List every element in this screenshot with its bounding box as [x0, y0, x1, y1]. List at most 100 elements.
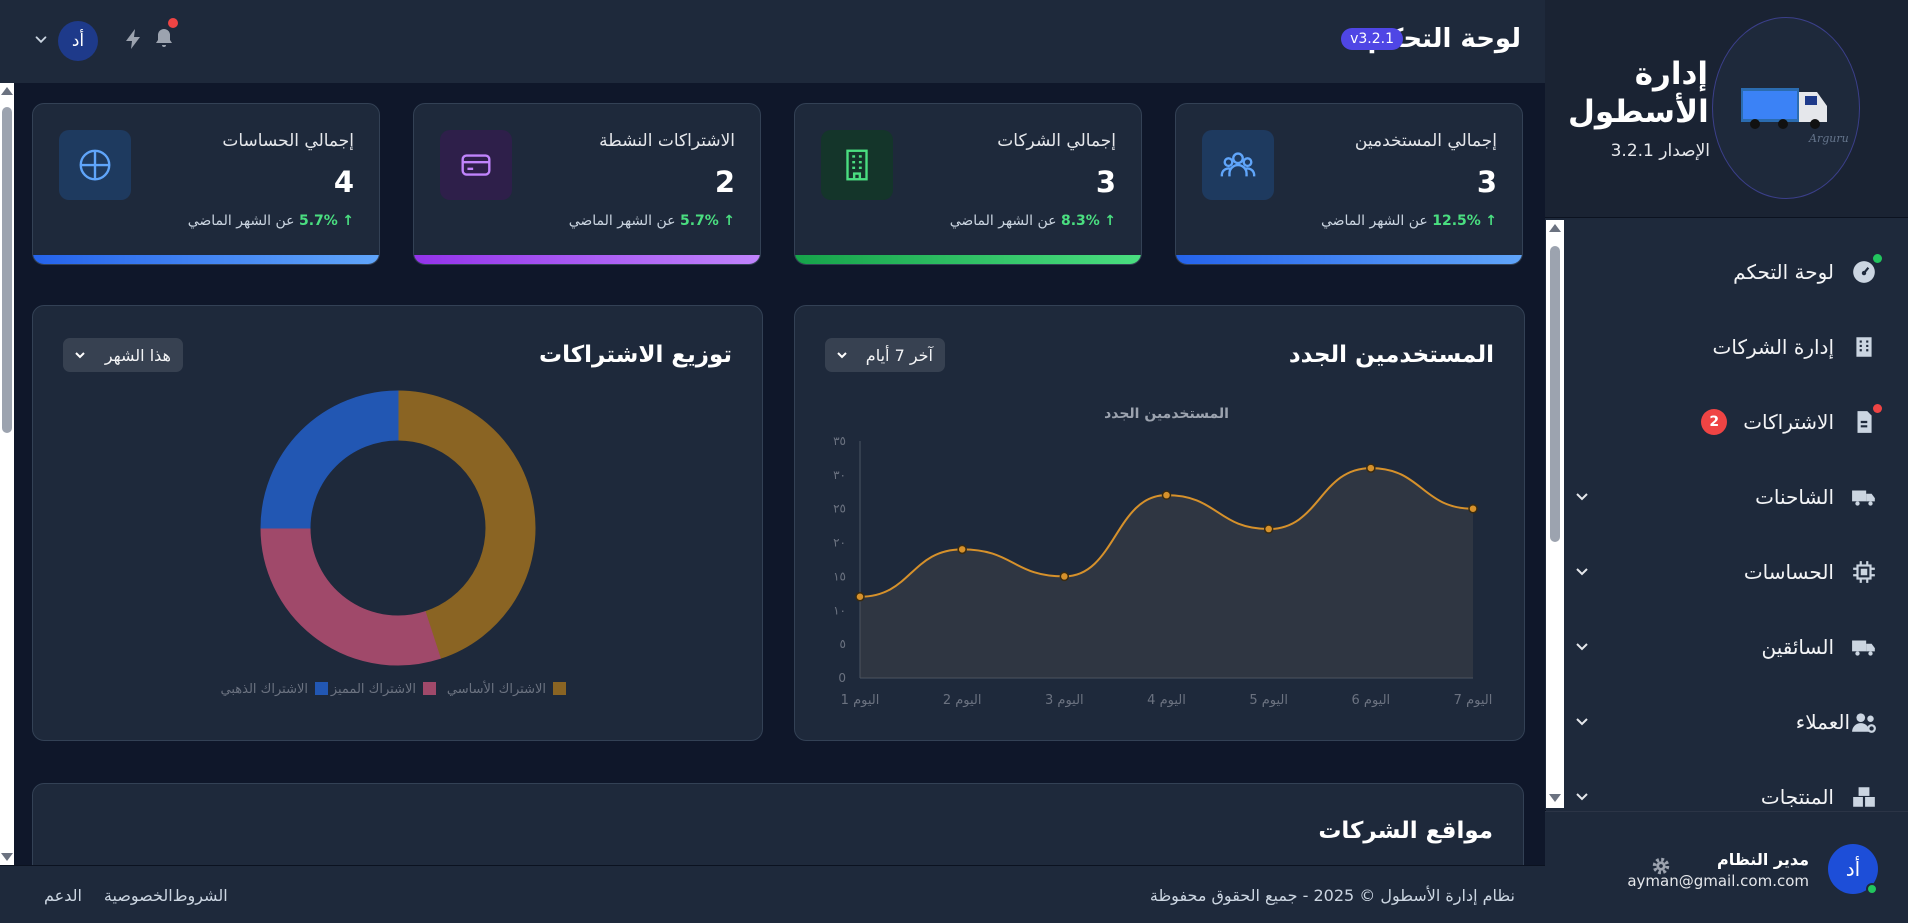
trend-text: عن الشهر الماضي	[949, 213, 1057, 229]
logo: Arguru	[1712, 17, 1860, 199]
scroll-thumb[interactable]	[1550, 246, 1560, 542]
status-dot	[1873, 254, 1882, 263]
sidebar: Arguru إدارة الأسطول الإصدار 3.2.1 لوحة …	[1545, 0, 1908, 923]
chevron-down-icon	[1576, 568, 1588, 576]
main-scrollbar[interactable]	[0, 83, 14, 865]
stat-label: إجمالي المستخدمين	[1354, 131, 1497, 151]
stat-accent-bar	[1176, 255, 1522, 264]
user-avatar-button[interactable]: أد	[58, 21, 98, 61]
main-content: إجمالي المستخدمين 3 ↑ 12.5% عن الشهر الم…	[0, 83, 1545, 865]
sidebar-item-drivers[interactable]: السائقين	[1576, 627, 1878, 667]
sidebar-item-label: العملاء	[1795, 710, 1850, 734]
avatar[interactable]: أد	[1828, 844, 1878, 895]
y-tick-label: ٢٥	[833, 502, 846, 516]
legend-swatch	[315, 682, 328, 695]
legend-label: الاشتراك المميز	[330, 682, 416, 697]
subscriptions-count-badge: 2	[1701, 409, 1728, 435]
brand-title: إدارة الأسطول	[1568, 56, 1709, 130]
chevron-down-icon	[1576, 643, 1588, 651]
scroll-down-arrow[interactable]	[1549, 794, 1561, 802]
sidebar-item-customers[interactable]: العملاء	[1576, 702, 1878, 742]
sidebar-header: Arguru إدارة الأسطول الإصدار 3.2.1	[1545, 0, 1908, 218]
scroll-up-arrow[interactable]	[1549, 224, 1561, 232]
copyright-text: نظام إدارة الأسطول © 2025 - جميع الحقوق …	[1149, 886, 1515, 905]
stat-card-companies: إجمالي الشركات 3 ↑ 8.3% عن الشهر الماضي	[794, 103, 1142, 265]
stat-card-active-subscriptions: الاشتراكات النشطة 2 ↑ 5.7% عن الشهر الما…	[413, 103, 761, 265]
footer-link-privacy[interactable]: الخصوصية	[104, 886, 173, 905]
data-point	[1468, 503, 1478, 514]
truck-icon	[1850, 633, 1878, 661]
stat-accent-bar	[414, 255, 760, 264]
sidebar-item-label: السائقين	[1761, 635, 1834, 659]
data-point	[1366, 463, 1376, 473]
trend-value: 5.7%	[298, 213, 338, 229]
sidebar-item-companies[interactable]: إدارة الشركات	[1578, 327, 1878, 367]
trend-arrow: ↑	[1485, 213, 1497, 229]
building-icon	[1850, 333, 1878, 361]
app-window: لوحة التحكم v3.2.1 أد إجمالي المستخدمين …	[0, 0, 1908, 923]
sidebar-user-panel: أد مدير النظام ayman@gmail.com.com	[1545, 811, 1908, 923]
chip-icon	[1850, 558, 1878, 586]
stat-label: الاشتراكات النشطة	[599, 131, 735, 151]
legend-label: الاشتراك الأساسي	[447, 680, 546, 697]
trend-value: 5.7%	[679, 213, 719, 229]
x-tick-label: اليوم 2	[943, 693, 982, 708]
stat-trend: ↑ 12.5% عن الشهر الماضي	[1321, 213, 1497, 229]
truck-icon	[1850, 483, 1878, 511]
stat-accent-bar	[33, 255, 379, 264]
sidebar-item-subscriptions[interactable]: 2 الاشتراكات	[1578, 402, 1882, 442]
chart-title: المستخدمين الجدد	[1104, 406, 1229, 422]
sidebar-item-label: المنتجات	[1760, 785, 1834, 809]
chevron-down-icon[interactable]	[32, 31, 50, 49]
x-tick-label: اليوم 4	[1147, 693, 1186, 708]
scroll-up-arrow[interactable]	[1, 87, 13, 95]
trend-value: 12.5%	[1432, 213, 1481, 229]
stat-value: 4	[333, 165, 354, 199]
users-icon	[1202, 130, 1274, 200]
sidebar-item-label: الحساسات	[1743, 560, 1834, 584]
pie-slice	[260, 390, 399, 529]
online-status-dot	[1866, 883, 1878, 895]
sidebar-nav: لوحة التحكم إدارة الشركات 2 الاشتراكات ا…	[1545, 218, 1908, 810]
trend-arrow: ↑	[1104, 213, 1116, 229]
crosshair-icon	[59, 130, 131, 200]
sidebar-scrollbar[interactable]	[1546, 220, 1564, 808]
data-point	[1059, 571, 1070, 582]
stat-value: 3	[1476, 165, 1497, 199]
gear-icon[interactable]	[1650, 855, 1672, 877]
top-bar: لوحة التحكم v3.2.1 أد	[0, 0, 1545, 83]
stat-trend: ↑ 5.7% عن الشهر الماضي	[188, 213, 354, 229]
y-tick-label: ٥	[840, 637, 846, 651]
pie-slice	[260, 527, 441, 666]
sidebar-item-trucks[interactable]: الشاحنات	[1576, 477, 1878, 517]
users-icon	[1850, 708, 1878, 736]
stat-trend: ↑ 8.3% عن الشهر الماضي	[950, 213, 1116, 229]
trend-value: 8.3%	[1060, 213, 1100, 229]
card-title: مواقع الشركات	[1318, 818, 1493, 844]
sidebar-item-dashboard[interactable]: لوحة التحكم	[1578, 252, 1882, 292]
trend-arrow: ↑	[723, 213, 735, 229]
footer-link-terms[interactable]: الشروط	[173, 886, 228, 905]
footer-link-support[interactable]: الدعم	[44, 886, 82, 905]
sidebar-item-sensors[interactable]: الحساسات	[1576, 552, 1878, 592]
data-point	[855, 591, 865, 602]
scroll-down-arrow[interactable]	[1, 853, 13, 861]
x-tick-label: اليوم 5	[1249, 693, 1288, 708]
scroll-thumb[interactable]	[2, 107, 12, 433]
chevron-down-icon	[1576, 793, 1588, 801]
sidebar-item-label: الاشتراكات	[1743, 410, 1834, 434]
stat-label: إجمالي الشركات	[997, 131, 1116, 151]
bolt-icon[interactable]	[122, 27, 146, 51]
user-name: مدير النظام	[1716, 850, 1809, 869]
subscriptions-distribution-card: توزيع الاشتراكات هذا الشهر الاشتراك الأس…	[32, 305, 763, 741]
document-icon	[1850, 404, 1882, 436]
sidebar-item-products[interactable]: المنتجات	[1576, 777, 1878, 810]
bell-icon[interactable]	[152, 27, 176, 51]
legend-label: الاشتراك الذهبي	[221, 682, 308, 697]
sidebar-item-label: لوحة التحكم	[1733, 260, 1834, 284]
company-locations-card: مواقع الشركات	[32, 783, 1524, 865]
data-point	[1161, 490, 1172, 500]
x-tick-label: اليوم 1	[841, 693, 880, 708]
truck-logo-icon: Arguru	[1741, 88, 1849, 145]
y-tick-label: ٣٥	[833, 434, 846, 448]
